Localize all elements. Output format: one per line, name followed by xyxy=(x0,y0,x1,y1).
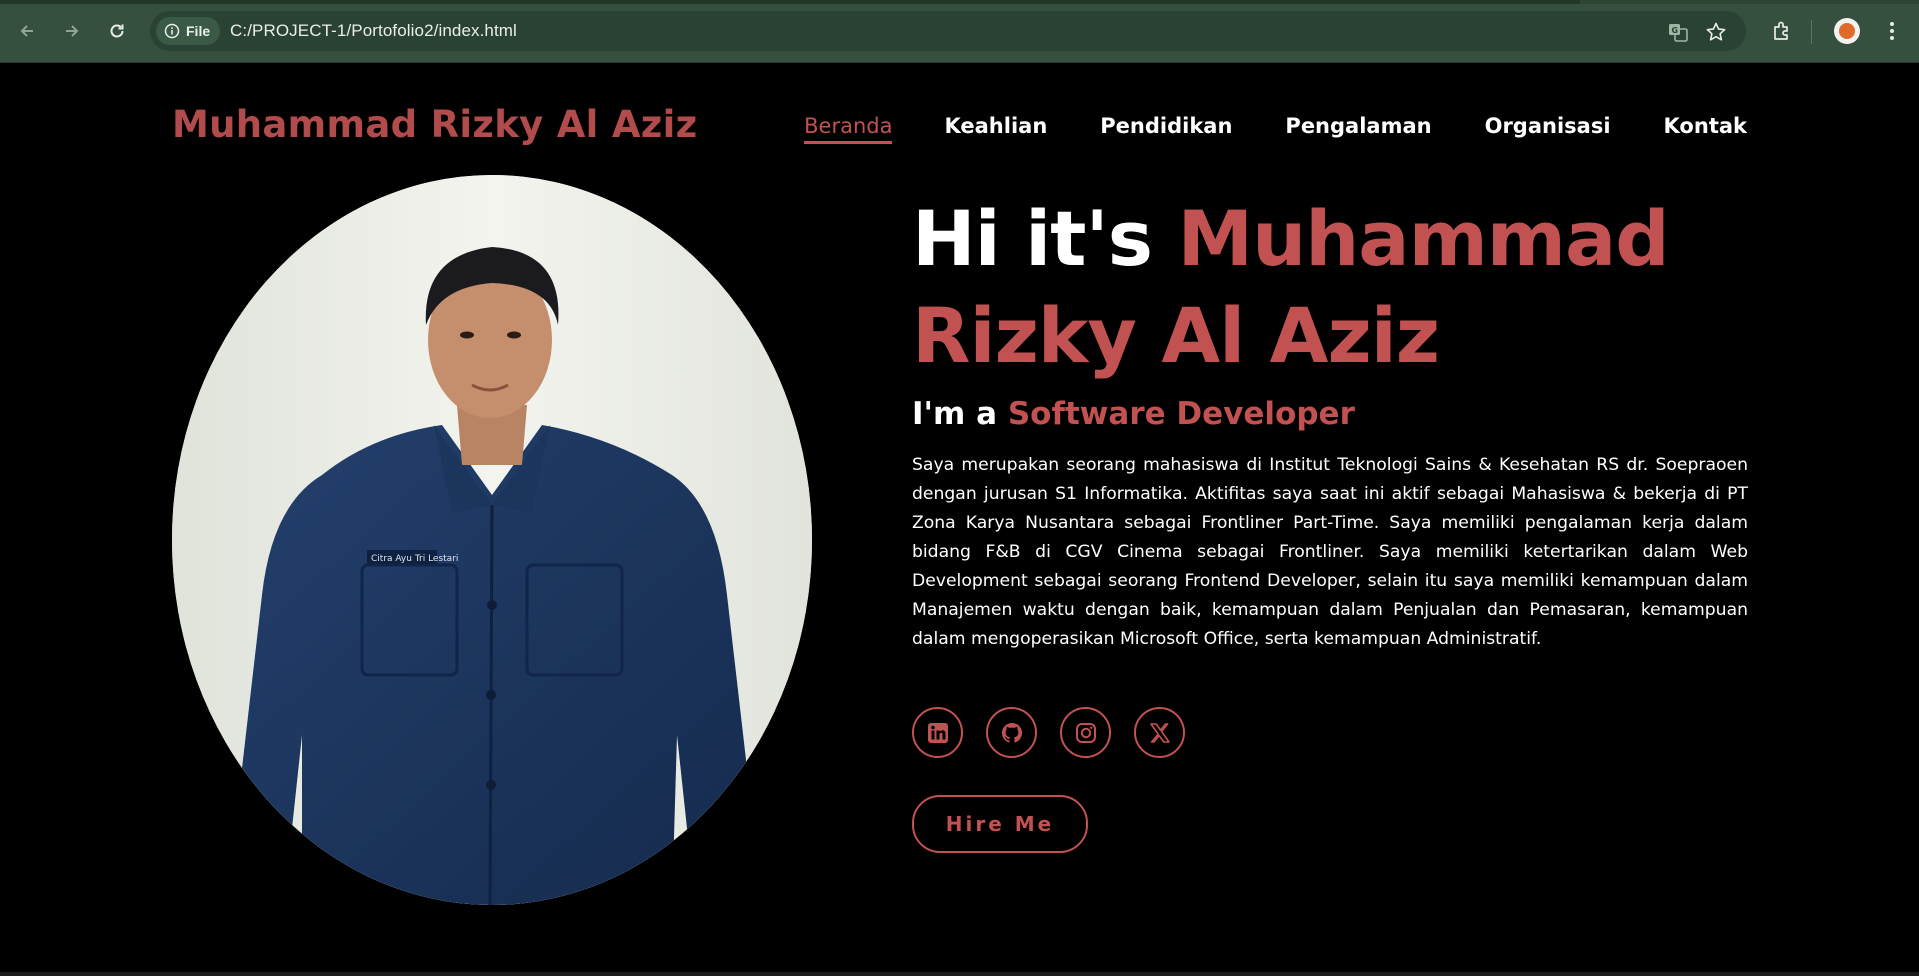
nav-keahlian[interactable]: Keahlian xyxy=(944,114,1047,144)
x-icon[interactable] xyxy=(1134,707,1185,758)
browser-toolbar: File C:/PROJECT-1/Portofolio2/index.html… xyxy=(0,0,1919,63)
translate-icon[interactable]: G xyxy=(1667,21,1689,43)
toolbar-divider xyxy=(1811,20,1812,44)
role-prefix: I'm a xyxy=(912,396,998,432)
main-nav: Beranda Keahlian Pendidikan Pengalaman O… xyxy=(804,114,1747,144)
greeting-prefix: Hi it's xyxy=(912,194,1153,283)
hero-section: Hi it's Muhammad Rizky Al Aziz I'm a Sof… xyxy=(912,190,1748,654)
profile-avatar[interactable] xyxy=(1834,18,1860,44)
profile-photo: Citra Ayu Tri Lestari xyxy=(172,175,812,905)
file-label: File xyxy=(186,23,211,39)
svg-text:G: G xyxy=(1672,26,1679,35)
reload-icon[interactable] xyxy=(104,18,130,44)
hero-description: Saya merupakan seorang mahasiswa di Inst… xyxy=(912,455,1748,649)
menu-icon[interactable] xyxy=(1886,19,1898,47)
tab-strip-edge xyxy=(1580,0,1919,4)
url-text[interactable]: C:/PROJECT-1/Portofolio2/index.html xyxy=(230,21,517,41)
site-info-chip[interactable]: File xyxy=(156,17,221,45)
extensions-icon[interactable] xyxy=(1770,19,1794,47)
instagram-icon[interactable] xyxy=(1060,707,1111,758)
hero-name-line2: Rizky Al Aziz xyxy=(912,291,1440,380)
address-bar[interactable]: File C:/PROJECT-1/Portofolio2/index.html… xyxy=(150,11,1746,51)
social-links xyxy=(912,707,1185,758)
github-icon[interactable] xyxy=(986,707,1037,758)
hero-name-line1: Muhammad xyxy=(1177,194,1669,283)
nav-organisasi[interactable]: Organisasi xyxy=(1485,114,1611,144)
page-bottom-edge xyxy=(0,972,1919,976)
nav-kontak[interactable]: Kontak xyxy=(1664,114,1747,144)
nav-pengalaman[interactable]: Pengalaman xyxy=(1285,114,1431,144)
hero-heading: Hi it's Muhammad Rizky Al Aziz xyxy=(912,190,1748,384)
role-heading: I'm a Software Developer xyxy=(912,394,1748,434)
info-icon xyxy=(164,23,180,39)
star-icon[interactable] xyxy=(1705,21,1727,43)
nav-beranda[interactable]: Beranda xyxy=(804,114,893,144)
shirt-name-tag: Citra Ayu Tri Lestari xyxy=(371,554,458,564)
nav-pendidikan[interactable]: Pendidikan xyxy=(1100,114,1232,144)
hire-me-button[interactable]: Hire Me xyxy=(912,795,1088,853)
hire-me-label: Hire Me xyxy=(945,812,1055,836)
linkedin-icon[interactable] xyxy=(912,707,963,758)
site-brand[interactable]: Muhammad Rizky Al Aziz xyxy=(172,103,697,146)
back-icon[interactable] xyxy=(14,18,40,44)
role-text: Software Developer xyxy=(1007,396,1355,432)
forward-icon[interactable] xyxy=(59,18,85,44)
